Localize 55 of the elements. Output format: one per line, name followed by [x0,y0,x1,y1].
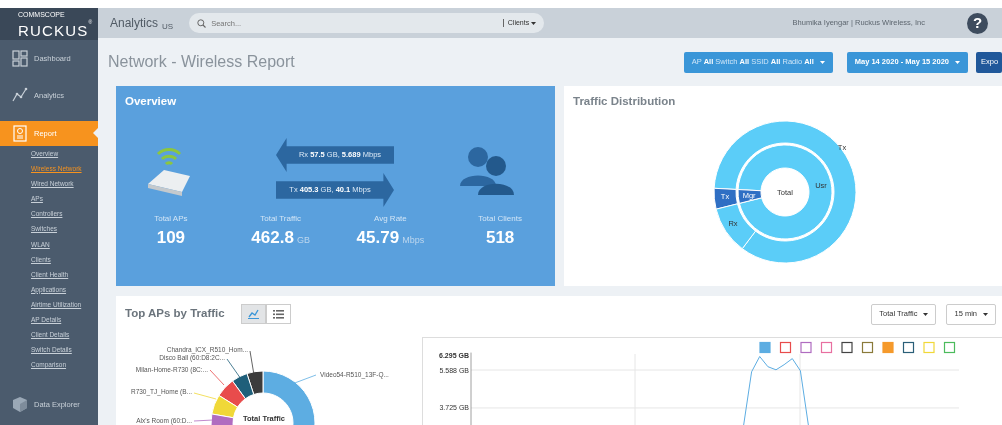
donut-slice[interactable] [218,380,246,408]
region-label: US [162,21,174,33]
caret-icon [955,60,960,64]
stat-label: Total Traffic [259,213,302,225]
legend-toggle[interactable] [800,341,812,354]
stat-value: 462.8 [251,228,294,247]
app-title: Analytics [110,15,159,32]
page-title: Network - Wireless Report [108,52,295,72]
legend-toggle[interactable] [820,341,833,354]
legend-toggle[interactable] [779,341,792,354]
report-icon [12,125,28,142]
line-chart-icon [12,87,28,104]
logo-wordmark: RUCKUS [18,22,89,39]
legend-toggle[interactable] [861,341,874,354]
search-icon [197,18,207,28]
legend-toggle[interactable] [759,341,771,354]
caret-icon [819,60,825,64]
caret-icon [923,312,929,316]
leader-line [249,350,255,376]
view-toggle[interactable] [265,304,291,324]
help-button[interactable]: ? [967,12,988,34]
leader-line [193,419,214,422]
caret-icon [531,21,537,25]
stat-value: 109 [156,228,186,247]
legend-toggle[interactable] [902,341,915,354]
stat-unit: Mbps [402,235,425,245]
stat-unit: GB [296,235,310,245]
stat-label: Total APs [153,213,189,225]
series-line [743,356,809,425]
donut-slice[interactable] [246,370,264,395]
line-chart-icon [247,309,259,319]
cube-icon [12,396,28,414]
caret-icon [983,312,988,316]
sunburst-segment[interactable] [713,120,857,264]
view-toggle[interactable] [240,304,266,324]
legend-toggle[interactable] [841,341,853,354]
card-title: Top APs by Traffic [125,307,225,321]
card-title: Traffic Distribution [573,95,677,109]
stat-label: Total Clients [477,213,523,225]
donut-slice[interactable] [231,373,255,400]
leader-line [291,374,317,385]
stat-label: Avg Rate [373,213,408,225]
stat-value: 45.79 [356,228,400,247]
sunburst-segment[interactable] [737,144,833,240]
leader-line [209,369,225,386]
legend-toggle[interactable] [882,341,894,354]
card-title: Overview [125,95,178,109]
sunburst-segment[interactable] [715,203,756,249]
stat-value: 518 [485,228,515,247]
list-icon [272,309,284,319]
leader-line [226,358,242,380]
dashboard-icon [12,50,28,67]
leader-line [193,392,217,400]
sunburst-segment[interactable] [737,188,763,204]
legend-toggle[interactable] [943,341,956,354]
